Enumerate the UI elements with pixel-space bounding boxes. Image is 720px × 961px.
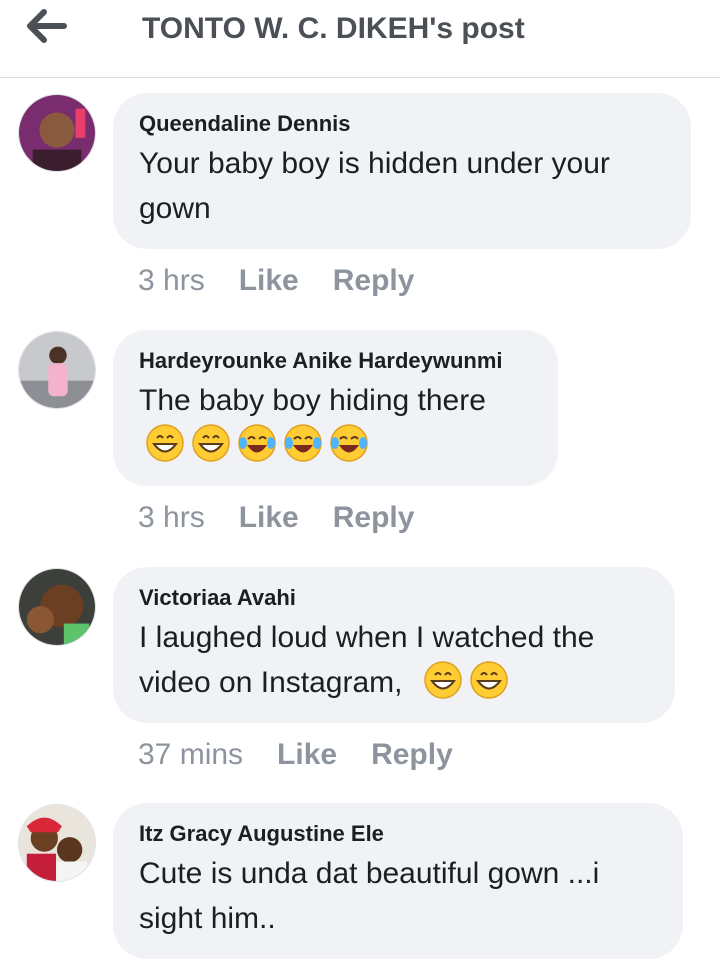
tears-of-joy-emoji <box>238 424 276 462</box>
back-button[interactable] <box>26 8 68 44</box>
comment-text-body: The baby boy hiding there <box>139 384 486 417</box>
tears-of-joy-emoji <box>330 424 368 462</box>
comment-bubble: Victoriaa Avahi I laughed loud when I wa… <box>113 567 675 723</box>
grinning-face-emoji <box>470 661 508 699</box>
comment-actions: 37 mins Like Reply <box>138 738 487 772</box>
comment-time: 3 hrs <box>138 264 205 297</box>
grinning-face-emoji <box>192 424 230 462</box>
comment-text: Cute is unda dat beautiful gown ...i sig… <box>139 857 600 935</box>
like-button[interactable]: Like <box>239 501 299 534</box>
avatar[interactable] <box>18 804 96 882</box>
grinning-face-emoji <box>146 424 184 462</box>
comment-bubble: Itz Gracy Augustine Ele Cute is unda dat… <box>113 803 683 959</box>
grinning-face-emoji <box>424 661 462 699</box>
arrow-left-icon <box>27 9 67 43</box>
avatar[interactable] <box>18 568 96 646</box>
avatar[interactable] <box>18 331 96 409</box>
post-header: TONTO W. C. DIKEH's post <box>0 0 720 78</box>
page-title: TONTO W. C. DIKEH's post <box>142 12 525 45</box>
comment-author[interactable]: Queendaline Dennis <box>139 109 665 139</box>
comment-text: I laughed loud when I watched the video … <box>139 615 649 705</box>
comment-text: Your baby boy is hidden under your gown <box>139 147 610 225</box>
comment-text: The baby boy hiding there <box>139 378 532 468</box>
comment-author[interactable]: Itz Gracy Augustine Ele <box>139 819 657 849</box>
comment-actions: 3 hrs Like Reply <box>138 264 448 298</box>
comment-time: 3 hrs <box>138 501 205 534</box>
reply-button[interactable]: Reply <box>333 501 415 534</box>
comment-author[interactable]: Victoriaa Avahi <box>139 583 649 613</box>
comment-actions: 3 hrs Like Reply <box>138 501 448 535</box>
comment-bubble: Queendaline Dennis Your baby boy is hidd… <box>113 93 691 249</box>
like-button[interactable]: Like <box>239 264 299 297</box>
reply-button[interactable]: Reply <box>333 264 415 297</box>
like-button[interactable]: Like <box>277 738 337 771</box>
comment-bubble: Hardeyrounke Anike Hardeywunmi The baby … <box>113 330 558 486</box>
comment-author[interactable]: Hardeyrounke Anike Hardeywunmi <box>139 346 532 376</box>
reply-button[interactable]: Reply <box>371 738 453 771</box>
comment-text-body: I laughed loud when I watched the video … <box>139 621 595 699</box>
avatar[interactable] <box>18 94 96 172</box>
comment-time: 37 mins <box>138 738 244 771</box>
tears-of-joy-emoji <box>284 424 322 462</box>
